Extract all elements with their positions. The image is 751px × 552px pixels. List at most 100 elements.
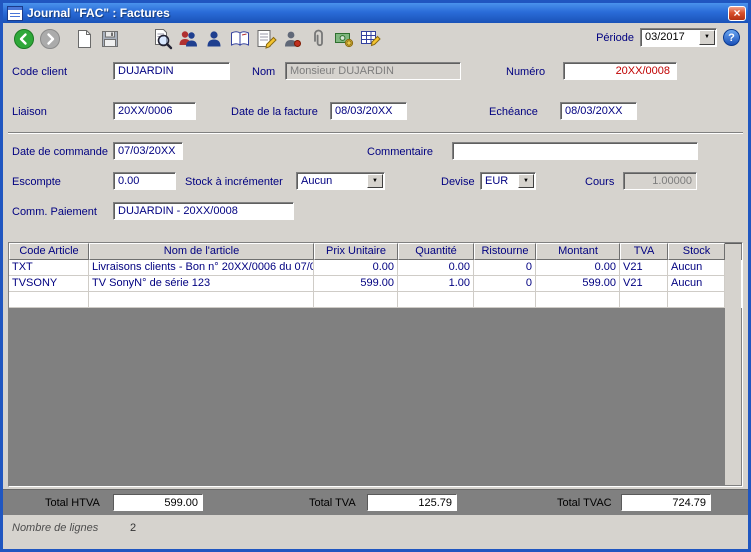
contact-icon — [285, 31, 301, 47]
commentaire-input[interactable] — [452, 142, 698, 160]
table-cell[interactable]: 599.00 — [314, 276, 398, 292]
totals-bar: Total HTVA 599.00 Total TVA 125.79 Total… — [3, 489, 748, 515]
journal-book-icon — [231, 30, 249, 46]
devise-value: EUR — [485, 175, 509, 187]
table-cell[interactable] — [398, 292, 474, 308]
comm-paiement-label: Comm. Paiement — [12, 206, 97, 218]
table-cell[interactable] — [474, 292, 536, 308]
attachments-button[interactable] — [305, 26, 331, 52]
table-cell[interactable]: 599.00 — [536, 276, 620, 292]
date-commande-input[interactable]: 07/03/20XX — [113, 142, 183, 160]
table-scrollbar[interactable] — [725, 244, 741, 485]
table-header-row: Code Article Nom de l'article Prix Unita… — [9, 243, 742, 260]
back-button[interactable] — [11, 26, 37, 52]
column-header-tva[interactable]: TVA — [620, 243, 668, 260]
clients-button[interactable] — [175, 26, 201, 52]
period-dropdown-icon[interactable]: ▼ — [699, 30, 715, 45]
liaison-input[interactable]: 20XX/0006 — [113, 102, 196, 120]
column-header-quantite[interactable]: Quantité — [398, 243, 474, 260]
save-button[interactable] — [97, 26, 123, 52]
column-header-stock[interactable]: Stock — [668, 243, 725, 260]
entries-button[interactable] — [253, 26, 279, 52]
numero-input[interactable]: 20XX/0008 — [563, 62, 677, 80]
table-edit-button[interactable] — [357, 26, 383, 52]
help-button[interactable]: ? — [723, 29, 740, 46]
app-icon-glyph — [7, 5, 23, 21]
date-commande-label: Date de commande — [12, 146, 108, 158]
toolbar: Période 03/2017 ▼ ? — [3, 23, 748, 54]
column-header-prix-unitaire[interactable]: Prix Unitaire — [314, 243, 398, 260]
titlebar: Journal "FAC" : Factures × — [3, 3, 748, 23]
line-count-value: 2 — [130, 522, 137, 534]
stock-increment-dropdown-icon[interactable]: ▼ — [367, 174, 383, 188]
table-cell[interactable] — [536, 292, 620, 308]
articles-table: Code Article Nom de l'article Prix Unita… — [8, 242, 743, 487]
table-row-empty — [9, 292, 742, 308]
forward-button[interactable] — [37, 26, 63, 52]
table-cell[interactable]: 0 — [474, 260, 536, 276]
table-cell[interactable] — [314, 292, 398, 308]
table-cell[interactable]: 0.00 — [398, 260, 474, 276]
period-select[interactable]: 03/2017 ▼ — [640, 28, 717, 47]
app-icon — [7, 5, 23, 21]
preview-icon — [155, 28, 173, 49]
devise-dropdown-icon[interactable]: ▼ — [518, 174, 534, 188]
window-title: Journal "FAC" : Factures — [27, 6, 170, 20]
table-cell[interactable]: TV SonyN° de série 123 — [89, 276, 314, 292]
period-value: 03/2017 — [645, 31, 685, 43]
table-cell[interactable] — [620, 292, 668, 308]
back-icon — [14, 28, 34, 49]
cours-label: Cours — [585, 176, 615, 188]
code-client-input[interactable]: DUJARDIN — [113, 62, 230, 80]
paperclip-icon — [314, 29, 323, 46]
table-cell[interactable]: Aucun — [668, 260, 725, 276]
table-cell[interactable] — [9, 292, 89, 308]
period-label: Période — [596, 31, 634, 44]
table-cell[interactable]: 1.00 — [398, 276, 474, 292]
devise-select[interactable]: EUR ▼ — [480, 172, 536, 190]
preview-button[interactable] — [149, 26, 175, 52]
table-edit-icon — [361, 30, 381, 46]
escompte-input[interactable]: 0.00 — [113, 172, 176, 190]
date-facture-input[interactable]: 08/03/20XX — [330, 102, 407, 120]
total-tva-label: Total TVA — [309, 497, 356, 509]
date-facture-label: Date de la facture — [231, 106, 318, 118]
payment-button[interactable] — [331, 26, 357, 52]
table-cell[interactable] — [668, 292, 725, 308]
total-htva-field: 599.00 — [113, 494, 203, 511]
column-header-nom-article[interactable]: Nom de l'article — [89, 243, 314, 260]
table-cell[interactable]: V21 — [620, 260, 668, 276]
commentaire-label: Commentaire — [367, 146, 434, 158]
new-document-icon — [78, 29, 91, 48]
column-header-montant[interactable]: Montant — [536, 243, 620, 260]
new-document-button[interactable] — [71, 26, 97, 52]
period-group: Période 03/2017 ▼ ? — [596, 28, 740, 47]
table-cell[interactable]: 0.00 — [314, 260, 398, 276]
client-button[interactable] — [201, 26, 227, 52]
table-cell[interactable] — [89, 292, 314, 308]
table-cell[interactable]: 0.00 — [536, 260, 620, 276]
echeance-input[interactable]: 08/03/20XX — [560, 102, 637, 120]
close-button[interactable]: × — [728, 5, 746, 21]
payment-icon — [335, 32, 354, 47]
nom-input: Monsieur DUJARDIN — [285, 62, 461, 80]
column-header-code-article[interactable]: Code Article — [9, 243, 89, 260]
client-icon — [207, 30, 221, 46]
table-cell[interactable]: Livraisons clients - Bon n° 20XX/0006 du… — [89, 260, 314, 276]
journal-book-button[interactable] — [227, 26, 253, 52]
table-cell[interactable]: Aucun — [668, 276, 725, 292]
table-cell[interactable]: TVSONY — [9, 276, 89, 292]
numero-label: Numéro — [506, 66, 546, 78]
cours-input: 1.00000 — [623, 172, 697, 190]
table-cell[interactable]: 0 — [474, 276, 536, 292]
nom-label: Nom — [252, 66, 276, 78]
table-cell[interactable]: TXT — [9, 260, 89, 276]
stock-increment-select[interactable]: Aucun ▼ — [296, 172, 385, 190]
column-header-ristourne[interactable]: Ristourne — [474, 243, 536, 260]
contact-button[interactable] — [279, 26, 305, 52]
escompte-label: Escompte — [12, 176, 61, 188]
comm-paiement-input[interactable]: DUJARDIN - 20XX/0008 — [113, 202, 294, 220]
table-cell[interactable]: V21 — [620, 276, 668, 292]
clients-icon — [179, 30, 197, 46]
stock-increment-label: Stock à incrémenter — [185, 176, 283, 188]
